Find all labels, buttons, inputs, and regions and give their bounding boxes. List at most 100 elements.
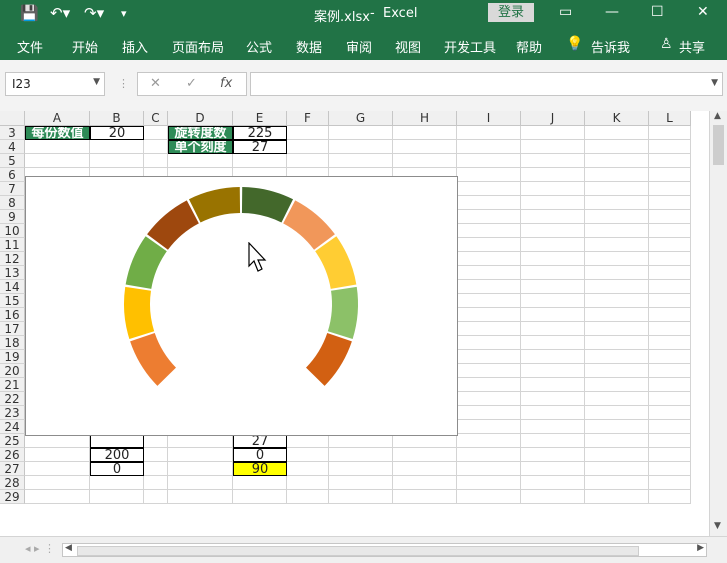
row-header-10[interactable]: 10 [0, 224, 25, 238]
cell-g4[interactable] [329, 140, 393, 154]
cell-a26[interactable] [25, 448, 90, 462]
row-header-19[interactable]: 19 [0, 350, 25, 364]
cell-i27[interactable] [457, 462, 521, 476]
cell-k23[interactable] [585, 406, 649, 420]
cell-a28[interactable] [25, 476, 90, 490]
column-header-j[interactable]: J [521, 111, 585, 126]
cell-j21[interactable] [521, 378, 585, 392]
cell-d4[interactable]: 单个刻度 [168, 140, 233, 154]
column-header-l[interactable]: L [649, 111, 691, 126]
cell-j6[interactable] [521, 168, 585, 182]
row-header-23[interactable]: 23 [0, 406, 25, 420]
cell-i20[interactable] [457, 364, 521, 378]
cell-e28[interactable] [233, 476, 287, 490]
maximize-icon[interactable]: ☐ [651, 4, 664, 20]
cell-l5[interactable] [649, 154, 691, 168]
cell-b5[interactable] [90, 154, 144, 168]
cell-k5[interactable] [585, 154, 649, 168]
cell-l9[interactable] [649, 210, 691, 224]
row-header-21[interactable]: 21 [0, 378, 25, 392]
cell-l7[interactable] [649, 182, 691, 196]
select-all-corner[interactable] [0, 111, 25, 126]
cell-j24[interactable] [521, 420, 585, 434]
gauge-chart[interactable] [25, 176, 458, 436]
cell-j23[interactable] [521, 406, 585, 420]
cell-k3[interactable] [585, 126, 649, 140]
tab-view[interactable]: 视图 [395, 37, 421, 56]
cell-i7[interactable] [457, 182, 521, 196]
cell-l28[interactable] [649, 476, 691, 490]
cell-l25[interactable] [649, 434, 691, 448]
cell-k22[interactable] [585, 392, 649, 406]
cell-e5[interactable] [233, 154, 287, 168]
row-header-26[interactable]: 26 [0, 448, 25, 462]
cell-j9[interactable] [521, 210, 585, 224]
cell-d26[interactable] [168, 448, 233, 462]
cell-i26[interactable] [457, 448, 521, 462]
gauge-segment-9[interactable] [327, 286, 358, 339]
cell-k7[interactable] [585, 182, 649, 196]
cell-k29[interactable] [585, 490, 649, 504]
cell-k14[interactable] [585, 280, 649, 294]
cell-i17[interactable] [457, 322, 521, 336]
name-box[interactable]: I23 ▼ [5, 72, 105, 96]
cell-f27[interactable] [287, 462, 329, 476]
gauge-segment-10[interactable] [306, 333, 352, 386]
row-header-11[interactable]: 11 [0, 238, 25, 252]
cell-g29[interactable] [329, 490, 393, 504]
cell-i10[interactable] [457, 224, 521, 238]
cell-j26[interactable] [521, 448, 585, 462]
column-header-f[interactable]: F [287, 111, 329, 126]
cell-j13[interactable] [521, 266, 585, 280]
tab-help[interactable]: 帮助 [516, 37, 542, 56]
share-button[interactable]: 共享 [679, 37, 705, 56]
cell-i14[interactable] [457, 280, 521, 294]
cell-k9[interactable] [585, 210, 649, 224]
customize-quick-access-icon[interactable]: ▾ [121, 7, 127, 20]
cell-k21[interactable] [585, 378, 649, 392]
cell-k10[interactable] [585, 224, 649, 238]
cell-i11[interactable] [457, 238, 521, 252]
row-header-12[interactable]: 12 [0, 252, 25, 266]
cell-d28[interactable] [168, 476, 233, 490]
row-header-16[interactable]: 16 [0, 308, 25, 322]
tab-page-layout[interactable]: 页面布局 [172, 37, 224, 56]
save-icon[interactable]: 💾 [20, 4, 39, 22]
cell-l3[interactable] [649, 126, 691, 140]
cell-e27[interactable]: 90 [233, 462, 287, 476]
cell-f28[interactable] [287, 476, 329, 490]
redo-icon[interactable]: ↷▾ [84, 4, 104, 22]
row-header-18[interactable]: 18 [0, 336, 25, 350]
cell-a3[interactable]: 每份数值 [25, 126, 90, 140]
cell-e3[interactable]: 225 [233, 126, 287, 140]
cell-l11[interactable] [649, 238, 691, 252]
cell-i21[interactable] [457, 378, 521, 392]
cell-k11[interactable] [585, 238, 649, 252]
cell-l4[interactable] [649, 140, 691, 154]
cell-c5[interactable] [144, 154, 168, 168]
cell-j29[interactable] [521, 490, 585, 504]
cell-f3[interactable] [287, 126, 329, 140]
cell-j7[interactable] [521, 182, 585, 196]
cell-i22[interactable] [457, 392, 521, 406]
cell-l16[interactable] [649, 308, 691, 322]
column-header-c[interactable]: C [144, 111, 168, 126]
cell-i9[interactable] [457, 210, 521, 224]
cell-j5[interactable] [521, 154, 585, 168]
tell-me-search[interactable]: 告诉我 [591, 37, 630, 56]
cell-g5[interactable] [329, 154, 393, 168]
cell-f4[interactable] [287, 140, 329, 154]
cell-k20[interactable] [585, 364, 649, 378]
scroll-up-icon[interactable]: ▲ [714, 111, 721, 121]
vertical-scroll-thumb[interactable] [713, 125, 724, 165]
cell-j16[interactable] [521, 308, 585, 322]
cell-j19[interactable] [521, 350, 585, 364]
cell-c4[interactable] [144, 140, 168, 154]
enter-check-icon[interactable]: ✓ [186, 76, 197, 91]
cell-d29[interactable] [168, 490, 233, 504]
column-header-e[interactable]: E [233, 111, 287, 126]
cell-h4[interactable] [393, 140, 457, 154]
row-header-28[interactable]: 28 [0, 476, 25, 490]
cell-b26[interactable]: 200 [90, 448, 144, 462]
cell-k12[interactable] [585, 252, 649, 266]
